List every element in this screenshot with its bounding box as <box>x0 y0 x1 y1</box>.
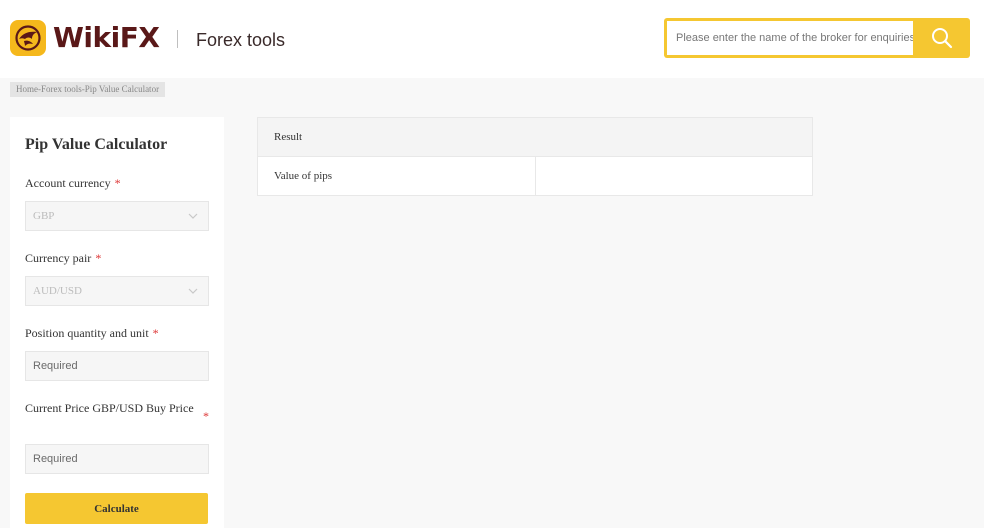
pip-value-output <box>535 157 812 195</box>
result-header: Result <box>258 118 812 157</box>
broker-search-input[interactable] <box>667 21 913 55</box>
required-marker: * <box>152 326 159 340</box>
result-table: Result Value of pips <box>257 117 813 196</box>
header-divider <box>177 30 178 48</box>
required-marker: * <box>114 176 121 190</box>
section-title: Forex tools <box>196 30 286 50</box>
calculator-title: Pip Value Calculator <box>25 136 168 153</box>
search-icon <box>932 28 953 49</box>
account-currency-label: Account currency * <box>25 176 121 190</box>
current-price-input[interactable] <box>25 444 209 474</box>
logo-text[interactable]: WikiFX <box>53 18 160 58</box>
calculate-button[interactable]: Calculate <box>25 493 208 524</box>
breadcrumb[interactable]: Home-Forex tools-Pip Value Calculator <box>10 82 166 97</box>
chevron-down-icon <box>188 213 198 219</box>
chevron-down-icon <box>188 288 198 294</box>
required-marker: * <box>203 409 209 423</box>
position-quantity-input[interactable] <box>25 351 209 381</box>
calculator-panel: Pip Value Calculator Account currency * G… <box>10 117 224 528</box>
pip-value-label: Value of pips <box>274 170 333 182</box>
table-row: Value of pips <box>258 157 812 195</box>
top-header: WikiFX Forex tools <box>0 0 984 78</box>
eagle-logo-icon[interactable] <box>10 20 46 56</box>
current-price-label: Current Price GBP/USD Buy Price <box>25 401 194 415</box>
account-currency-select[interactable]: GBP <box>25 201 209 231</box>
position-quantity-label: Position quantity and unit * <box>25 326 159 340</box>
search-bar <box>664 18 970 58</box>
search-button[interactable] <box>918 21 966 55</box>
required-marker: * <box>95 251 102 265</box>
currency-pair-select[interactable]: AUD/USD <box>25 276 209 306</box>
currency-pair-label: Currency pair * <box>25 251 102 265</box>
